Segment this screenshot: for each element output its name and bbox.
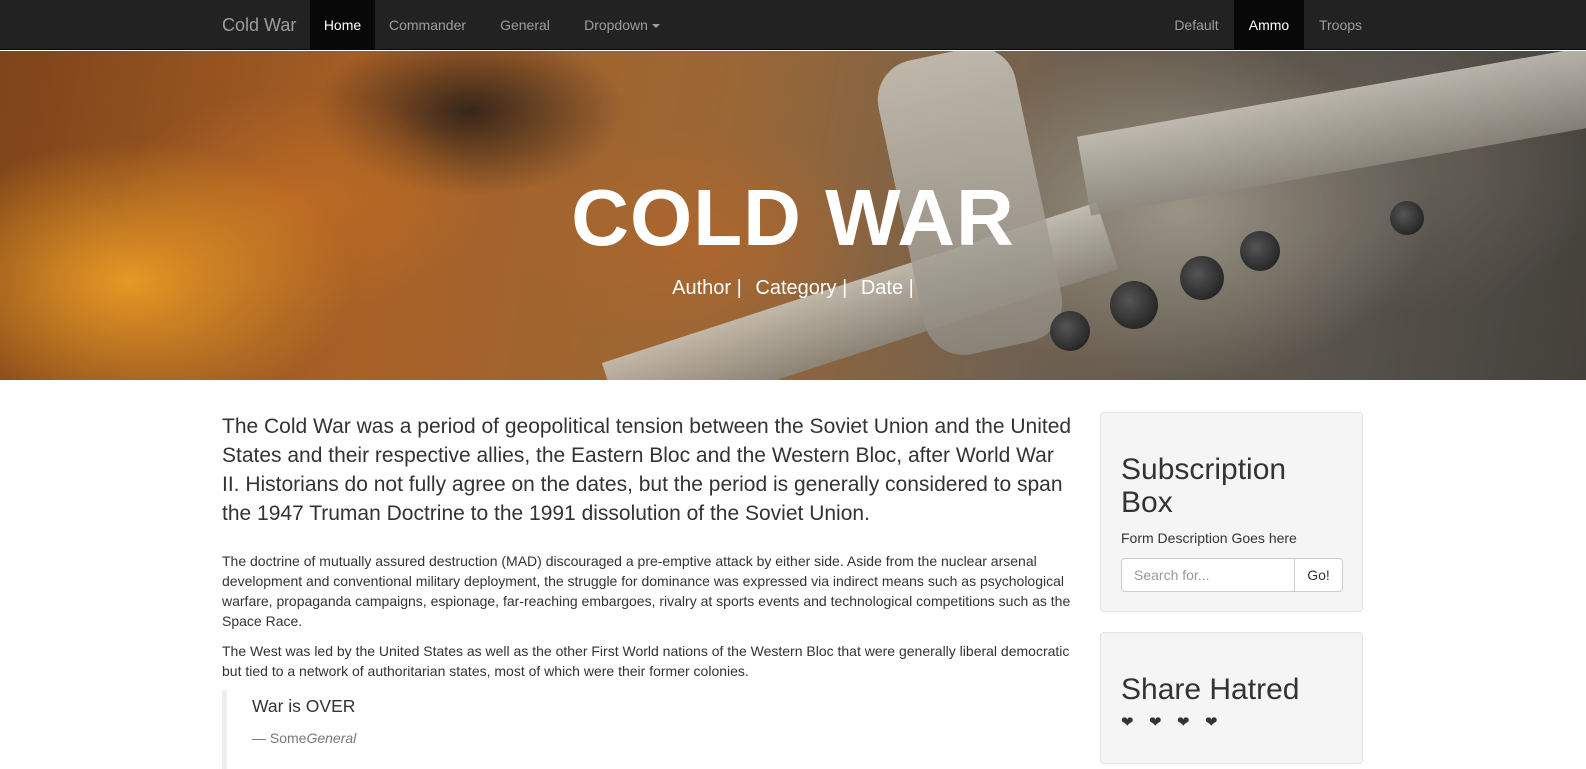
nav-commander[interactable]: Commander <box>375 0 480 50</box>
heart-icon[interactable]: ❤ <box>1205 713 1218 733</box>
navbar: Cold War Home Commander General Dropdown… <box>0 0 1586 50</box>
quote-text: War is OVER <box>252 696 356 716</box>
quote-cite: General <box>306 730 357 746</box>
nav-home[interactable]: Home <box>310 0 375 50</box>
share-box: Share Hatred ❤ ❤ ❤ ❤ <box>1100 632 1363 764</box>
quote-attribution-prefix: — Some <box>252 730 307 746</box>
heart-icon[interactable]: ❤ <box>1149 713 1162 733</box>
share-title: Share Hatred <box>1121 673 1300 706</box>
nav-dropdown-label: Dropdown <box>584 17 648 33</box>
heart-icon[interactable]: ❤ <box>1121 713 1134 733</box>
nav-default[interactable]: Default <box>1159 0 1234 50</box>
search-input[interactable] <box>1121 558 1295 592</box>
nav-dropdown[interactable]: Dropdown <box>570 0 674 50</box>
go-button[interactable]: Go! <box>1294 558 1343 592</box>
nav-ammo[interactable]: Ammo <box>1234 0 1304 50</box>
subscription-title: Subscription Box <box>1121 453 1287 519</box>
meta-category: Category | <box>755 277 848 299</box>
article-lead: The Cold War was a period of geopolitica… <box>222 415 1072 525</box>
heart-icon[interactable]: ❤ <box>1177 713 1190 733</box>
form-description: Form Description Goes here <box>1121 530 1297 546</box>
caret-down-icon <box>651 24 660 29</box>
meta-date: Date | <box>860 277 914 299</box>
nav-general[interactable]: General <box>480 0 570 50</box>
hero-banner: COLD WAR Author | Category | Date | <box>0 51 1586 380</box>
subscription-box: Subscription Box Form Description Goes h… <box>1100 412 1363 612</box>
navbar-brand[interactable]: Cold War <box>222 0 296 50</box>
nav-troops[interactable]: Troops <box>1304 0 1377 50</box>
bomb-pod-shape <box>1050 311 1090 351</box>
article-paragraph: The West was led by the United States as… <box>222 643 1070 679</box>
article-paragraph: The doctrine of mutually assured destruc… <box>222 553 1071 629</box>
quote-footer: — SomeGeneral <box>252 728 356 748</box>
blockquote: War is OVER — SomeGeneral <box>222 690 1072 769</box>
hero-title: COLD WAR <box>571 173 1015 262</box>
hero-meta: Author | Category | Date | <box>0 273 1586 303</box>
meta-author: Author | <box>672 277 742 299</box>
